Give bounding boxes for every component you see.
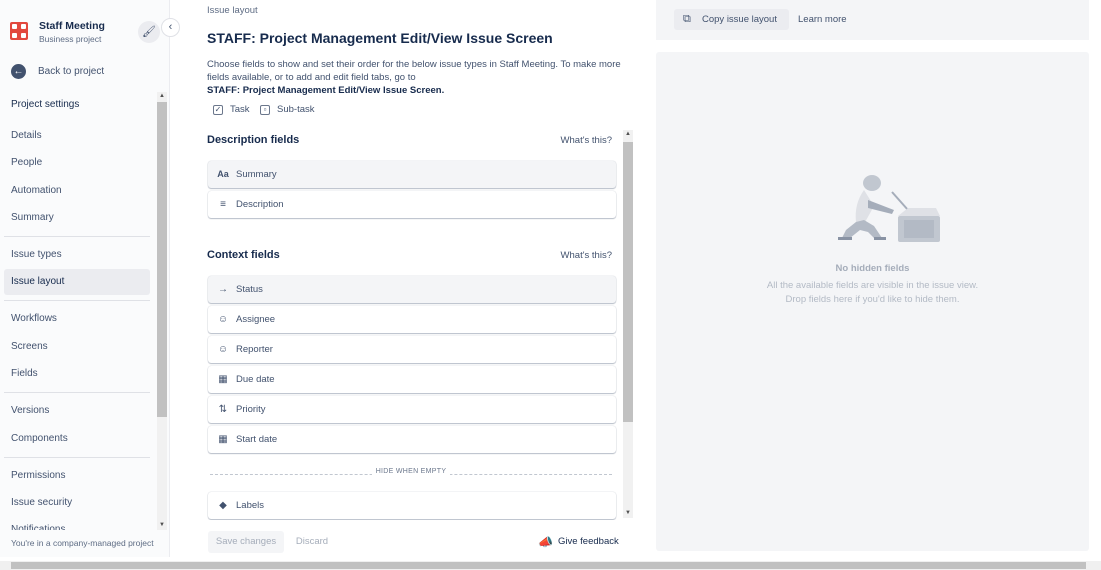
description-fields-heading: Description fields [207, 134, 300, 146]
tag-icon: ◆ [219, 500, 227, 511]
project-type: Business project [39, 34, 102, 44]
fields-panel: Description fields What's this? Aa Summa… [200, 128, 636, 520]
sidebar-item-permissions[interactable]: Permissions [4, 463, 150, 489]
sidebar-item-issue-security[interactable]: Issue security [4, 490, 150, 516]
page-scroll-thumb[interactable] [11, 562, 1086, 569]
project-avatar [10, 22, 28, 40]
sidebar-item-automation[interactable]: Automation [4, 178, 150, 204]
chevron-left-icon: ‹ [168, 21, 173, 33]
context-fields-heading: Context fields [207, 249, 280, 261]
scroll-up-arrow-icon[interactable]: ▲ [623, 130, 633, 139]
divider [4, 392, 150, 393]
subtask-icon: ▫ [260, 105, 270, 115]
company-managed-note: You're in a company-managed project [11, 538, 154, 548]
layout-toolbar: ⧉ Copy issue layout Learn more [656, 0, 1089, 40]
priority-arrows-icon: ⇅ [218, 404, 228, 415]
collapse-sidebar-button[interactable]: ‹ [161, 18, 180, 37]
field-summary[interactable]: Aa Summary [208, 161, 616, 188]
field-assignee[interactable]: ☺ Assignee [208, 306, 616, 333]
field-due-date[interactable]: ▦ Due date [208, 366, 616, 393]
sidebar-footer: You're in a company-managed project [0, 530, 169, 557]
page-description: Choose fields to show and set their orde… [207, 58, 627, 97]
sidebar-item-people[interactable]: People [4, 150, 150, 176]
form-footer: Save changes Discard 📣 Give feedback [200, 530, 636, 555]
megaphone-icon: 📣 [538, 535, 553, 549]
project-name: Staff Meeting [39, 20, 105, 32]
task-icon: ✓ [213, 105, 223, 115]
breadcrumb[interactable]: Issue layout [207, 5, 258, 16]
page-title: STAFF: Project Management Edit/View Issu… [207, 30, 553, 46]
hide-when-empty-label: HIDE WHEN EMPTY [371, 468, 451, 475]
project-settings-heading: Project settings [11, 99, 80, 110]
paint-bucket-icon[interactable]: 🖌 [138, 21, 160, 43]
sidebar-item-issue-layout[interactable]: Issue layout [4, 269, 150, 295]
scroll-up-arrow-icon[interactable]: ▲ [157, 92, 167, 101]
sidebar-item-versions[interactable]: Versions [4, 398, 150, 424]
main-content: Issue layout STAFF: Project Management E… [200, 0, 640, 557]
copy-icon: ⧉ [683, 13, 691, 25]
paragraph-icon: ≡ [220, 199, 226, 210]
hidden-fields-dropzone[interactable]: No hidden fields All the available field… [656, 52, 1089, 551]
calendar-icon: ▦ [218, 434, 228, 445]
save-changes-button[interactable]: Save changes [208, 531, 284, 553]
divider [4, 457, 150, 458]
project-sidebar: Staff Meeting Business project 🖌 ← Back … [0, 0, 170, 557]
empty-state-description: All the available fields are visible in … [766, 280, 979, 305]
sidebar-item-workflows[interactable]: Workflows [4, 306, 150, 332]
learn-more-link[interactable]: Learn more [798, 14, 847, 25]
sidebar-scroll-thumb[interactable] [157, 102, 167, 417]
empty-state-illustration [838, 175, 940, 242]
field-start-date[interactable]: ▦ Start date [208, 426, 616, 453]
sidebar-item-fields[interactable]: Fields [4, 361, 150, 387]
arrow-right-icon: → [218, 284, 228, 295]
sidebar-item-issue-types[interactable]: Issue types [4, 242, 150, 268]
calendar-icon: ▦ [218, 374, 228, 385]
screen-link[interactable]: STAFF: Project Management Edit/View Issu… [207, 85, 444, 96]
field-status[interactable]: → Status [208, 276, 616, 303]
sidebar-item-summary[interactable]: Summary [4, 205, 150, 231]
description-fields-help-link[interactable]: What's this? [561, 135, 612, 146]
field-description[interactable]: ≡ Description [208, 191, 616, 218]
field-labels[interactable]: ◆ Labels [208, 492, 616, 519]
copy-issue-layout-button[interactable]: ⧉ Copy issue layout [674, 9, 789, 30]
scroll-down-arrow-icon[interactable]: ▼ [157, 521, 167, 530]
divider [4, 236, 150, 237]
sidebar-item-components[interactable]: Components [4, 426, 150, 452]
page-horizontal-scrollbar[interactable] [0, 561, 1101, 570]
person-icon: ☺ [217, 344, 229, 355]
field-priority[interactable]: ⇅ Priority [208, 396, 616, 423]
fields-scrollbar[interactable]: ▲ ▼ [623, 130, 633, 518]
scroll-down-arrow-icon[interactable]: ▼ [623, 509, 633, 518]
sidebar-scrollbar[interactable]: ▲ ▼ [157, 92, 167, 530]
divider [4, 300, 150, 301]
fields-scroll-thumb[interactable] [623, 142, 633, 422]
back-to-project-label: Back to project [38, 66, 105, 77]
sidebar-item-details[interactable]: Details [4, 123, 150, 149]
person-icon: ☺ [217, 314, 229, 325]
hide-when-empty-divider: HIDE WHEN EMPTY [210, 468, 612, 480]
arrow-left-icon: ← [11, 64, 26, 79]
empty-state-title: No hidden fields [835, 263, 910, 274]
text-aa-icon: Aa [217, 169, 229, 179]
field-reporter[interactable]: ☺ Reporter [208, 336, 616, 363]
discard-button[interactable]: Discard [288, 531, 336, 553]
back-to-project-link[interactable]: ← Back to project [10, 63, 150, 81]
sidebar-item-screens[interactable]: Screens [4, 334, 150, 360]
context-fields-help-link[interactable]: What's this? [561, 250, 612, 261]
description-text: Choose fields to show and set their orde… [207, 59, 621, 83]
project-header[interactable]: Staff Meeting Business project 🖌 [10, 17, 160, 47]
